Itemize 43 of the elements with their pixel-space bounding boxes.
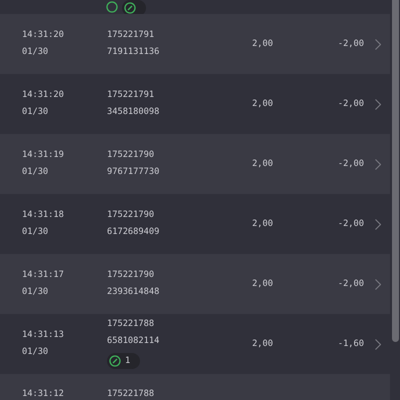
transaction-id: 2393614848 [107, 287, 160, 298]
time-text: 14:31:20 [22, 90, 65, 101]
date-text: 01/30 [22, 47, 50, 58]
transaction-id: 6581082114 [107, 336, 160, 347]
time-text: 14:31:20 [22, 30, 65, 41]
date-text: 01/30 [22, 347, 50, 358]
time-text: 14:31:12 [22, 389, 65, 400]
quantity-text: 2,00 [252, 38, 273, 50]
amount-text: -2,00 [338, 98, 364, 110]
date-text: 01/30 [22, 287, 50, 298]
quantity-text: 2,00 [252, 218, 273, 230]
quantity-text: 2,00 [252, 158, 273, 170]
amount-text: -1,60 [338, 338, 364, 350]
transaction-row[interactable]: 14:31:17 01/30 175221790 2393614848 2,00 -2,00 [0, 254, 390, 314]
date-text: 01/30 [22, 227, 50, 238]
order-number: 175221791 [107, 30, 156, 41]
time-text: 14:31:17 [22, 270, 65, 281]
transaction-id: 3458180098 [107, 107, 160, 118]
order-number: 175221790 [107, 210, 156, 221]
count-badge: 1 [107, 353, 140, 369]
quantity-text: 2,00 [252, 98, 273, 110]
order-number: 175221790 [107, 150, 156, 161]
order-number: 175221788 [107, 319, 156, 330]
amount-text: -2,00 [338, 278, 364, 290]
transaction-row[interactable]: 14:31:19 01/30 175221790 9767177730 2,00 -2,00 [0, 134, 390, 194]
order-number: 175221791 [107, 90, 156, 101]
time-text: 14:31:13 [22, 330, 65, 341]
amount-text: -2,00 [338, 38, 364, 50]
date-text: 01/30 [22, 107, 50, 118]
quantity-text: 2,00 [252, 278, 273, 290]
amount-text: -2,00 [338, 158, 364, 170]
time-text: 14:31:18 [22, 210, 65, 221]
transaction-id: 7191131136 [107, 47, 160, 58]
transaction-row[interactable]: 14:31:20 01/30 175221791 7191131136 2,00 -2,00 [0, 14, 390, 74]
transaction-id: 6172689409 [107, 227, 160, 238]
order-number: 175221788 [107, 389, 156, 400]
amount-text: -2,00 [338, 218, 364, 230]
transaction-row[interactable]: 14:31:12 175221788 [0, 374, 390, 400]
date-text: 01/30 [22, 167, 50, 178]
time-text: 14:31:19 [22, 150, 65, 161]
quantity-text: 2,00 [252, 338, 273, 350]
order-number: 175221790 [107, 270, 156, 281]
transaction-id: 9767177730 [107, 167, 160, 178]
